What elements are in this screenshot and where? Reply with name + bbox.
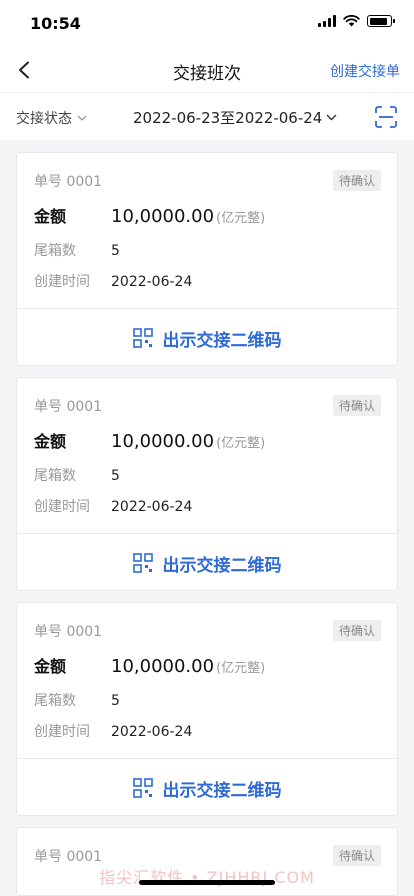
amount-value: 10,0000.00 [111, 431, 215, 452]
cellular-signal-icon [318, 15, 336, 27]
created-time-value: 2022-06-24 [111, 274, 193, 290]
created-time-label: 创建时间 [34, 499, 90, 515]
handover-card: 单号 0001 待确认 金额 10,0000.00 (亿元整) 尾箱数 5 创建… [16, 152, 398, 366]
nav-bar: 交接班次 创建交接单 [0, 48, 414, 92]
box-count-label: 尾箱数 [34, 693, 76, 709]
date-range-dropdown[interactable]: 2022-06-23至2022-06-24 [133, 107, 337, 128]
status-badge: 待确认 [332, 395, 381, 416]
show-qr-code-label: 出示交接二维码 [162, 555, 282, 576]
home-indicator [139, 880, 275, 885]
scan-button[interactable] [374, 105, 398, 129]
qr-code-icon [132, 328, 153, 348]
date-range-label: 2022-06-23至2022-06-24 [133, 109, 323, 127]
status-time: 10:54 [30, 14, 81, 33]
created-time-row: 创建时间 2022-06-24 [34, 721, 192, 741]
created-time-value: 2022-06-24 [111, 499, 193, 515]
box-count-value: 5 [111, 468, 120, 484]
created-time-label: 创建时间 [34, 724, 90, 740]
scan-icon [375, 106, 397, 128]
box-count-value: 5 [111, 693, 120, 709]
filter-bar: 交接状态 2022-06-23至2022-06-24 [0, 92, 414, 140]
order-number: 单号 0001 [34, 624, 103, 640]
status-bar: 10:54 [0, 0, 414, 48]
box-count-value: 5 [111, 243, 120, 259]
box-count-row: 尾箱数 5 [34, 240, 120, 260]
box-count-label: 尾箱数 [34, 243, 76, 259]
created-time-label: 创建时间 [34, 274, 90, 290]
created-time-value: 2022-06-24 [111, 724, 193, 740]
show-qr-code-label: 出示交接二维码 [162, 330, 282, 351]
wifi-icon [343, 15, 360, 27]
created-time-row: 创建时间 2022-06-24 [34, 271, 192, 291]
create-handover-button[interactable]: 创建交接单 [330, 61, 400, 81]
created-time-row: 创建时间 2022-06-24 [34, 496, 192, 516]
amount-row: 金额 10,0000.00 (亿元整) [34, 203, 265, 227]
amount-unit: (亿元整) [216, 211, 266, 226]
amount-label: 金额 [34, 207, 67, 226]
status-badge: 待确认 [332, 170, 381, 191]
order-number: 单号 0001 [34, 174, 103, 190]
amount-unit: (亿元整) [216, 436, 266, 451]
show-qr-code-button[interactable]: 出示交接二维码 [17, 534, 397, 590]
amount-label: 金额 [34, 657, 67, 676]
box-count-row: 尾箱数 5 [34, 465, 120, 485]
amount-label: 金额 [34, 432, 67, 451]
status-filter-dropdown[interactable]: 交接状态 [16, 108, 87, 128]
show-qr-code-button[interactable]: 出示交接二维码 [17, 309, 397, 365]
battery-icon [367, 15, 395, 27]
handover-card: 单号 0001 待确认 金额 10,0000.00 (亿元整) 尾箱数 5 创建… [16, 602, 398, 816]
status-filter-label: 交接状态 [16, 111, 72, 127]
qr-code-icon [132, 778, 153, 798]
box-count-label: 尾箱数 [34, 468, 76, 484]
chevron-down-icon [77, 115, 87, 121]
order-number: 单号 0001 [34, 849, 103, 865]
show-qr-code-button[interactable]: 出示交接二维码 [17, 759, 397, 815]
status-badge: 待确认 [332, 620, 381, 641]
status-badge: 待确认 [332, 845, 381, 866]
status-icons [318, 15, 395, 27]
order-number: 单号 0001 [34, 399, 103, 415]
amount-unit: (亿元整) [216, 661, 266, 676]
chevron-down-icon [326, 114, 337, 121]
amount-row: 金额 10,0000.00 (亿元整) [34, 653, 265, 677]
handover-card: 单号 0001 待确认 金额 10,0000.00 (亿元整) 尾箱数 5 创建… [16, 377, 398, 591]
amount-value: 10,0000.00 [111, 206, 215, 227]
amount-value: 10,0000.00 [111, 656, 215, 677]
box-count-row: 尾箱数 5 [34, 690, 120, 710]
qr-code-icon [132, 553, 153, 573]
show-qr-code-label: 出示交接二维码 [162, 780, 282, 801]
amount-row: 金额 10,0000.00 (亿元整) [34, 428, 265, 452]
